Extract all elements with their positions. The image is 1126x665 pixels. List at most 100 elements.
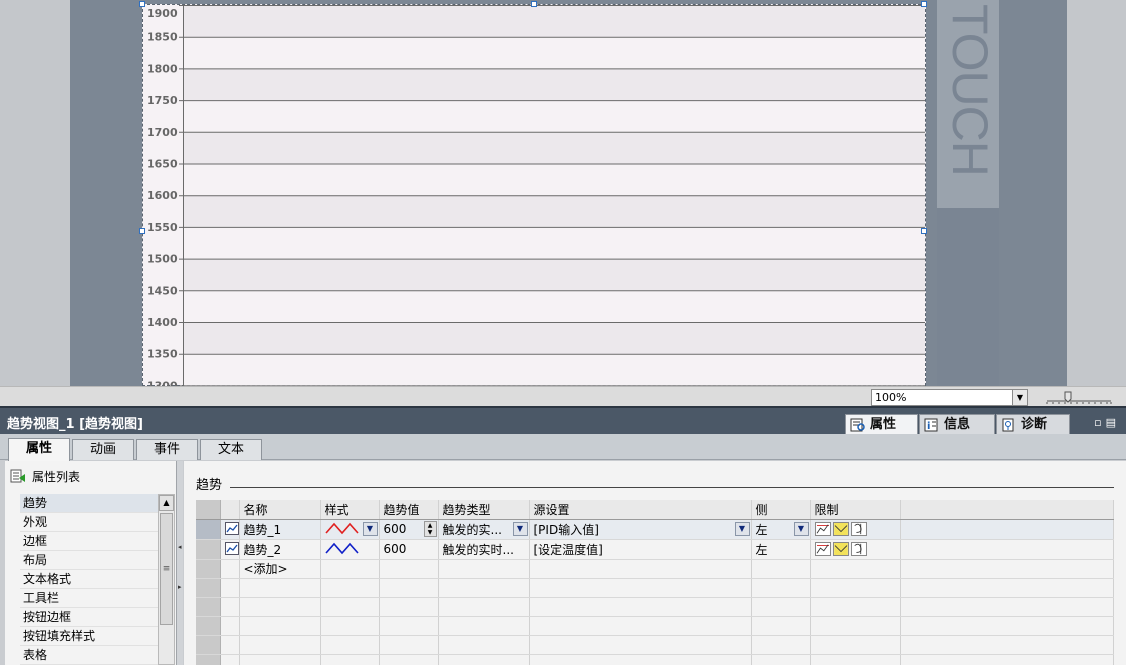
trend-value-cell[interactable]: 600 ▲ ▼	[379, 519, 439, 540]
screen-canvas: TOUCH 1900 1850 1800 1750 1700 1650 1600 1550 15…	[0, 0, 1126, 387]
property-item-appearance[interactable]: 外观	[20, 513, 160, 532]
expand-right-icon[interactable]: ▸	[178, 583, 182, 591]
property-item-table[interactable]: 表格	[20, 646, 160, 665]
y-tick-label: 1550	[147, 221, 178, 234]
trend-style-cell[interactable]	[320, 539, 380, 560]
property-item-trend[interactable]: 趋势	[20, 494, 160, 513]
scroll-up-icon[interactable]: ▲	[159, 495, 174, 511]
inspector-header: 趋势视图_1 [趋势视图] 属性 i 信息 诊断 ▫▤	[0, 406, 1126, 436]
property-item-layout[interactable]: 布局	[20, 551, 160, 570]
column-header-filler	[900, 500, 1114, 520]
table-row[interactable]: 趋势_2 600 触发的实时... [设定温度值] 左	[196, 539, 1114, 560]
column-header-style[interactable]: 样式	[320, 500, 380, 520]
tab-diagnostics[interactable]: 诊断	[996, 414, 1070, 436]
scroll-thumb[interactable]: ≡	[160, 513, 173, 625]
row-header[interactable]	[196, 559, 221, 579]
window-buttons[interactable]: ▫▤	[1094, 416, 1120, 429]
property-list-header[interactable]: 属性列表	[10, 468, 80, 485]
property-item-toolbar[interactable]: 工具栏	[20, 589, 160, 608]
limit-upper-icon[interactable]	[814, 542, 831, 556]
row-header[interactable]	[196, 539, 221, 560]
trend-source-cell[interactable]: [PID输入值] ▼	[529, 519, 752, 540]
chevron-down-icon[interactable]: ▼	[1012, 390, 1027, 405]
limit-lower-icon[interactable]	[832, 522, 849, 536]
trend-view-object[interactable]: 1900 1850 1800 1750 1700 1650 1600 1550 1500 1450…	[139, 1, 927, 387]
grid-band	[183, 322, 925, 354]
row-header[interactable]	[196, 519, 221, 540]
y-tick-label: 1600	[147, 189, 178, 202]
grid-band	[183, 131, 925, 164]
chevron-down-icon[interactable]: ▼	[512, 521, 528, 536]
chevron-down-icon[interactable]: ▼	[734, 521, 750, 536]
trend-side-cell[interactable]: 左	[751, 539, 811, 560]
zoom-dropdown[interactable]: 100% ▼	[871, 389, 1028, 406]
resize-handle-top-right[interactable]	[921, 1, 927, 7]
column-header-limits[interactable]: 限制	[810, 500, 901, 520]
grid-band	[183, 100, 925, 132]
section-title: 趋势	[196, 478, 223, 493]
grid-band	[183, 353, 925, 386]
grid-band	[183, 163, 925, 196]
table-header-row: 名称 样式 趋势值 趋势类型 源设置 侧 限制	[196, 500, 1114, 520]
chevron-down-icon[interactable]: ▼	[362, 521, 378, 536]
column-header-source[interactable]: 源设置	[529, 500, 752, 520]
trend-limits-cell[interactable]: ▼	[810, 519, 901, 540]
property-item-button-border[interactable]: 按钮边框	[20, 608, 160, 627]
trend-plot: 1900 1850 1800 1750 1700 1650 1600 1550 1500 1450…	[147, 5, 925, 387]
property-list-scrollbar[interactable]: ▲ ≡	[158, 494, 175, 665]
table-row-add[interactable]: <添加>	[196, 559, 1114, 579]
column-header-value[interactable]: 趋势值	[379, 500, 439, 520]
svg-text:i: i	[927, 421, 930, 432]
y-tick-label: 1800	[147, 62, 178, 75]
trend-name-cell[interactable]: 趋势_1	[239, 519, 321, 540]
resize-handle-top-left[interactable]	[139, 1, 145, 7]
trend-source-cell[interactable]: [设定温度值]	[529, 539, 752, 560]
subtab-events[interactable]: 事件	[136, 439, 198, 460]
limit-range-icon[interactable]	[850, 522, 867, 536]
tab-properties[interactable]: 属性	[845, 414, 918, 436]
column-header-name[interactable]: 名称	[239, 500, 321, 520]
column-header-type[interactable]: 趋势类型	[438, 500, 530, 520]
resize-handle-mid-right[interactable]	[921, 228, 927, 234]
table-row-empty	[196, 654, 1114, 665]
section-divider	[230, 487, 1114, 488]
y-tick-label: 1700	[147, 126, 178, 139]
tab-info[interactable]: i 信息	[919, 414, 995, 436]
y-tick-label: 1450	[147, 284, 178, 297]
property-items: 趋势 外观 边框 布局 文本格式 工具栏 按钮边框 按钮填充样式 表格	[20, 494, 160, 665]
subtab-texts[interactable]: 文本	[200, 439, 262, 460]
limit-lower-icon[interactable]	[832, 542, 849, 556]
limit-range-icon[interactable]	[850, 542, 867, 556]
value-spinner[interactable]: ▲ ▼	[423, 520, 437, 537]
zoom-slider[interactable]	[1045, 391, 1113, 405]
trend-type-cell[interactable]: 触发的实时...	[438, 539, 530, 560]
column-header-side[interactable]: 侧	[751, 500, 811, 520]
limit-upper-icon[interactable]	[814, 522, 831, 536]
y-tick-label: 1400	[147, 316, 178, 329]
y-tick-label: 1500	[147, 253, 178, 266]
grid-band	[183, 195, 925, 227]
trend-icon	[224, 542, 238, 555]
trend-name-cell[interactable]: 趋势_2	[239, 539, 321, 560]
chevron-down-icon[interactable]: ▼	[793, 521, 809, 536]
trend-table: 名称 样式 趋势值 趋势类型 源设置 侧 限制 趋势_1 ▼ 600 ▲ ▼ 触发的…	[196, 500, 1114, 665]
property-item-text-format[interactable]: 文本格式	[20, 570, 160, 589]
subtab-animations[interactable]: 动画	[72, 439, 134, 460]
add-trend-cell[interactable]: <添加>	[239, 559, 321, 579]
trend-style-cell[interactable]: ▼	[320, 519, 380, 540]
trend-side-cell[interactable]: 左 ▼	[751, 519, 811, 540]
trend-type-cell[interactable]: 触发的实... ▼	[438, 519, 530, 540]
trend-limits-cell[interactable]	[810, 539, 901, 560]
info-icon: i	[924, 418, 938, 432]
diagnostics-icon	[1002, 418, 1014, 432]
collapse-left-icon[interactable]: ◂	[178, 543, 182, 551]
panel-splitter[interactable]: ◂ ▸	[176, 461, 183, 665]
resize-handle-top-center[interactable]	[531, 1, 537, 7]
property-item-border[interactable]: 边框	[20, 532, 160, 551]
property-list-panel: 属性列表 趋势 外观 边框 布局 文本格式 工具栏 按钮边框 按钮填充样式 表格…	[5, 461, 177, 665]
resize-handle-mid-left[interactable]	[139, 228, 145, 234]
property-item-button-fill[interactable]: 按钮填充样式	[20, 627, 160, 646]
subtab-properties[interactable]: 属性	[8, 438, 70, 461]
table-row[interactable]: 趋势_1 ▼ 600▲▼ 触发的实...▼ [PID输入值]▼ 左▼ ▼	[196, 519, 1114, 540]
trend-value-cell[interactable]: 600	[379, 539, 439, 560]
